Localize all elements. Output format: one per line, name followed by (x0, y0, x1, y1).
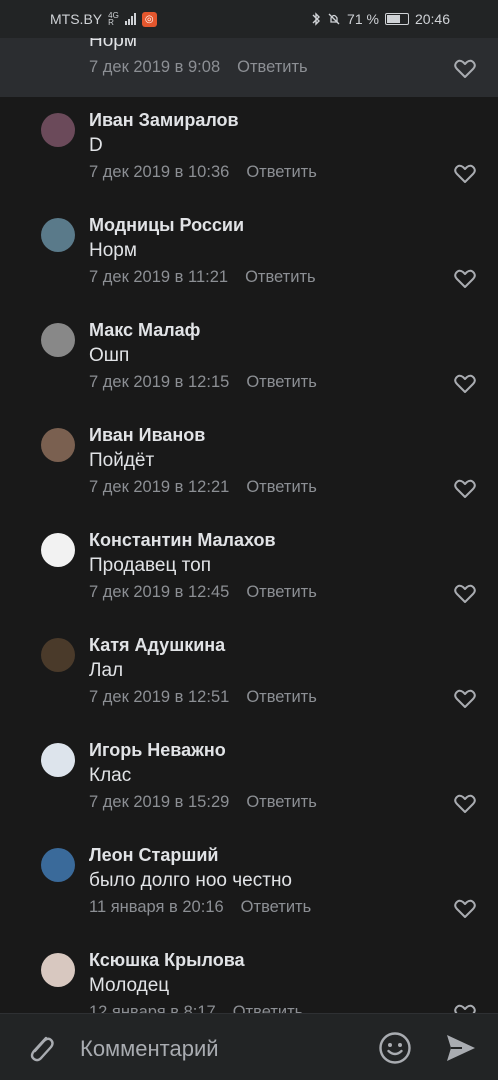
like-heart-icon[interactable] (454, 899, 476, 919)
signal-icon (124, 13, 136, 25)
clock: 20:46 (414, 11, 450, 27)
comment-text: Лал (89, 660, 124, 681)
comment-author[interactable]: Ксюшка Крылова (89, 950, 245, 971)
comment-text: Норм (89, 38, 137, 51)
comment-meta: 11 января в 20:16 Ответить (89, 898, 311, 917)
comment-item[interactable]: Макс Малаф Ошп 7 дек 2019 в 12:15 Ответить (0, 306, 498, 411)
comment-text: Ошп (89, 345, 130, 366)
comment-text: Пойдёт (89, 450, 155, 471)
avatar[interactable] (41, 218, 75, 252)
comment-meta: 12 января в 8:17 Ответить (89, 1003, 303, 1013)
comment-item[interactable]: Константин Малахов Продавец топ 7 дек 2019… (0, 516, 498, 621)
like-heart-icon[interactable] (454, 1004, 476, 1013)
like-heart-icon[interactable] (454, 164, 476, 184)
comment-meta: 7 дек 2019 в 10:36 Ответить (89, 163, 317, 182)
avatar[interactable] (41, 848, 75, 882)
reply-button[interactable]: Ответить (246, 793, 317, 812)
emoji-icon[interactable] (378, 1031, 412, 1065)
reply-button[interactable]: Ответить (237, 58, 308, 77)
comment-author[interactable]: Модницы России (89, 215, 244, 236)
comment-author[interactable]: Катя Адушкина (89, 635, 225, 656)
reply-button[interactable]: Ответить (245, 268, 316, 287)
like-heart-icon[interactable] (454, 59, 476, 79)
network-indicator: 4G R (108, 12, 119, 27)
comment-date: 7 дек 2019 в 12:21 (89, 478, 230, 496)
comment-composer (0, 1013, 498, 1080)
comment-item[interactable]: Иван Замиралов D 7 дек 2019 в 10:36 Ответит… (0, 96, 498, 201)
avatar[interactable] (41, 428, 75, 462)
battery-percent: 71 % (347, 11, 379, 27)
comment-date: 7 дек 2019 в 12:45 (89, 583, 230, 601)
avatar[interactable] (41, 953, 75, 987)
reply-button[interactable]: Ответить (233, 1003, 304, 1013)
reply-button[interactable]: Ответить (246, 583, 317, 602)
like-heart-icon[interactable] (454, 794, 476, 814)
comment-meta: 7 дек 2019 в 12:21 Ответить (89, 478, 317, 497)
comment-author[interactable]: Иван Замиралов (89, 110, 239, 131)
comment-date: 7 дек 2019 в 15:29 (89, 793, 230, 811)
avatar[interactable] (41, 743, 75, 777)
comment-meta: 7 дек 2019 в 9:08 Ответить (89, 58, 308, 77)
like-heart-icon[interactable] (454, 689, 476, 709)
comment-author[interactable]: Леон Старший (89, 845, 218, 866)
attach-icon[interactable] (24, 1030, 56, 1064)
send-icon[interactable] (444, 1032, 478, 1064)
comment-text: D (89, 135, 103, 156)
reply-button[interactable]: Ответить (241, 898, 312, 917)
comment-date: 12 января в 8:17 (89, 1003, 216, 1013)
comment-item[interactable]: Модницы России Норм 7 дек 2019 в 11:21 Отве… (0, 201, 498, 306)
comment-date: 7 дек 2019 в 9:08 (89, 58, 221, 76)
comment-item[interactable]: Ксюшка Крылова Молодец 12 января в 8:17 Отв… (0, 936, 498, 1013)
status-left: MTS.BY 4G R ◎ (50, 11, 157, 27)
mute-bell-icon (328, 13, 340, 25)
comment-meta: 7 дек 2019 в 12:45 Ответить (89, 583, 317, 602)
comment-list[interactable]: Норм 7 дек 2019 в 9:08 Ответить Иван Замира… (0, 38, 498, 1013)
comment-text: Клас (89, 765, 132, 786)
carrier-label: MTS.BY (50, 11, 103, 27)
avatar[interactable] (41, 638, 75, 672)
like-heart-icon[interactable] (454, 269, 476, 289)
bluetooth-icon (312, 12, 321, 26)
app-notification-icon: ◎ (141, 11, 157, 27)
status-right: 71 % 20:46 (311, 11, 450, 27)
reply-button[interactable]: Ответить (246, 688, 317, 707)
comment-input[interactable] (80, 1034, 360, 1064)
comment-date: 7 дек 2019 в 11:21 (89, 268, 229, 286)
avatar[interactable] (41, 323, 75, 357)
comment-date: 7 дек 2019 в 10:36 (89, 163, 230, 181)
like-heart-icon[interactable] (454, 479, 476, 499)
comment-meta: 7 дек 2019 в 11:21 Ответить (89, 268, 316, 287)
like-heart-icon[interactable] (454, 584, 476, 604)
comment-item[interactable]: Катя Адушкина Лал 7 дек 2019 в 12:51 Ответи… (0, 621, 498, 726)
comment-text: Продавец топ (89, 555, 211, 576)
reply-button[interactable]: Ответить (246, 478, 317, 497)
comment-text: Молодец (89, 975, 170, 996)
reply-button[interactable]: Ответить (246, 373, 317, 392)
comment-author[interactable]: Константин Малахов (89, 530, 276, 551)
comment-meta: 7 дек 2019 в 15:29 Ответить (89, 793, 317, 812)
comment-author[interactable]: Макс Малаф (89, 320, 200, 341)
comment-date: 7 дек 2019 в 12:15 (89, 373, 230, 391)
comment-item[interactable]: Иван Иванов Пойдёт 7 дек 2019 в 12:21 Ответ… (0, 411, 498, 516)
battery-icon (384, 13, 409, 25)
network-sub: R (108, 18, 114, 27)
status-bar: MTS.BY 4G R ◎ 71 % 20:46 (0, 0, 498, 38)
comment-item[interactable]: Игорь Неважно Клас 7 дек 2019 в 15:29 Ответ… (0, 726, 498, 831)
comment-item[interactable]: Норм 7 дек 2019 в 9:08 Ответить (0, 38, 498, 97)
avatar[interactable] (41, 113, 75, 147)
like-heart-icon[interactable] (454, 374, 476, 394)
avatar[interactable] (41, 533, 75, 567)
comment-text: Норм (89, 240, 137, 261)
comment-author[interactable]: Игорь Неважно (89, 740, 226, 761)
reply-button[interactable]: Ответить (246, 163, 317, 182)
comment-date: 7 дек 2019 в 12:51 (89, 688, 230, 706)
comment-date: 11 января в 20:16 (89, 898, 224, 916)
comment-author[interactable]: Иван Иванов (89, 425, 205, 446)
comment-meta: 7 дек 2019 в 12:51 Ответить (89, 688, 317, 707)
comment-item[interactable]: Леон Старший было долго ноо честно 11 янва… (0, 831, 498, 936)
comment-meta: 7 дек 2019 в 12:15 Ответить (89, 373, 317, 392)
comment-text: было долго ноо честно (89, 870, 292, 891)
